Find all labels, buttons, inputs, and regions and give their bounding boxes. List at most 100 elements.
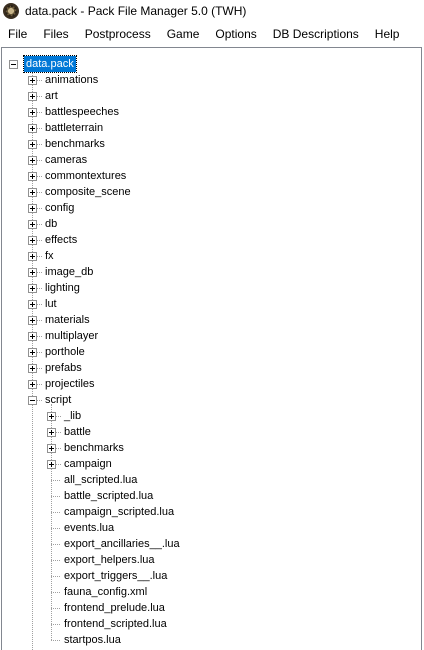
expand-icon[interactable] <box>28 140 37 149</box>
tree-connector <box>56 416 61 417</box>
expand-icon[interactable] <box>28 300 37 309</box>
menu-game[interactable]: Game <box>159 23 208 45</box>
expand-icon[interactable] <box>28 92 37 101</box>
tree-connector <box>37 176 42 177</box>
tree-connector <box>51 560 60 561</box>
tree-folder-item[interactable]: composite_scene <box>2 184 421 200</box>
tree-folder-item[interactable]: fx <box>2 248 421 264</box>
tree-node-label: animations <box>45 74 99 86</box>
menu-file[interactable]: File <box>0 23 35 45</box>
title-bar: data.pack - Pack File Manager 5.0 (TWH) <box>0 0 424 22</box>
tree-file-item[interactable]: export_helpers.lua <box>2 552 421 568</box>
tree-folder-item[interactable]: prefabs <box>2 360 421 376</box>
tree-connector <box>56 448 61 449</box>
expand-icon[interactable] <box>28 364 37 373</box>
collapse-icon[interactable] <box>9 60 18 69</box>
expand-icon[interactable] <box>28 380 37 389</box>
tree-connector <box>37 400 42 401</box>
tree-folder-item[interactable]: image_db <box>2 264 421 280</box>
tree-file-item[interactable]: startpos.lua <box>2 632 421 648</box>
tree-file-item[interactable]: fauna_config.xml <box>2 584 421 600</box>
tree-node-label: benchmarks <box>45 138 105 150</box>
tree-connector <box>37 112 42 113</box>
tree-node-label: lighting <box>45 282 80 294</box>
pack-file-tree[interactable]: data.pack animations art battlespeeches batt… <box>1 47 422 650</box>
expand-icon[interactable] <box>28 76 37 85</box>
tree-file-item[interactable]: campaign_scripted.lua <box>2 504 421 520</box>
expand-icon[interactable] <box>28 252 37 261</box>
tree-folder-item[interactable]: cameras <box>2 152 421 168</box>
tree-connector <box>51 640 60 641</box>
expand-icon[interactable] <box>28 236 37 245</box>
expand-icon[interactable] <box>47 428 56 437</box>
menu-postprocess[interactable]: Postprocess <box>77 23 159 45</box>
tree-node-label: export_helpers.lua <box>64 554 155 566</box>
tree-node-label: _lib <box>64 410 82 422</box>
tree-folder-item[interactable]: battleterrain <box>2 120 421 136</box>
tree-node-label: effects <box>45 234 78 246</box>
expand-icon[interactable] <box>28 156 37 165</box>
menu-files[interactable]: Files <box>35 23 76 45</box>
tree-file-item[interactable]: export_ancillaries__.lua <box>2 536 421 552</box>
tree-folder-item[interactable]: battle <box>2 424 421 440</box>
tree-folder-item[interactable]: benchmarks <box>2 440 421 456</box>
expand-icon[interactable] <box>28 316 37 325</box>
expand-icon[interactable] <box>28 348 37 357</box>
tree-node-label: prefabs <box>45 362 82 374</box>
tree-connector <box>37 384 42 385</box>
tree-folder-item[interactable]: db <box>2 216 421 232</box>
collapse-icon[interactable] <box>28 396 37 405</box>
tree-file-item[interactable]: frontend_prelude.lua <box>2 600 421 616</box>
expand-icon[interactable] <box>28 284 37 293</box>
tree-folder-item[interactable]: lighting <box>2 280 421 296</box>
tree-folder-item[interactable]: _lib <box>2 408 421 424</box>
menu-db-descriptions[interactable]: DB Descriptions <box>265 23 367 45</box>
tree-node-label: frontend_scripted.lua <box>64 618 167 630</box>
expand-icon[interactable] <box>47 444 56 453</box>
menu-bar: File Files Postprocess Game Options DB D… <box>0 23 424 45</box>
tree-folder-item[interactable]: multiplayer <box>2 328 421 344</box>
tree-folder-item[interactable]: materials <box>2 312 421 328</box>
tree-node-label: cameras <box>45 154 88 166</box>
window-title: data.pack - Pack File Manager 5.0 (TWH) <box>25 4 247 18</box>
expand-icon[interactable] <box>28 108 37 117</box>
tree-folder-item[interactable]: campaign <box>2 456 421 472</box>
expand-icon[interactable] <box>28 220 37 229</box>
tree-node-label: projectiles <box>45 378 95 390</box>
tree-folder-item[interactable]: effects <box>2 232 421 248</box>
tree-folder-item[interactable]: porthole <box>2 344 421 360</box>
tree-file-item[interactable]: battle_scripted.lua <box>2 488 421 504</box>
expand-icon[interactable] <box>28 204 37 213</box>
menu-help[interactable]: Help <box>367 23 408 45</box>
tree-folder-item[interactable]: battlespeeches <box>2 104 421 120</box>
tree-root-item[interactable]: data.pack <box>2 55 421 73</box>
tree-file-item[interactable]: events.lua <box>2 520 421 536</box>
tree-connector <box>37 368 42 369</box>
tree-folder-item[interactable]: lut <box>2 296 421 312</box>
tree-folder-item[interactable]: projectiles <box>2 376 421 392</box>
tree-node-label: commontextures <box>45 170 127 182</box>
tree-folder-item[interactable]: script <box>2 392 421 408</box>
tree-folder-item[interactable]: animations <box>2 72 421 88</box>
tree-file-item[interactable]: frontend_scripted.lua <box>2 616 421 632</box>
expand-icon[interactable] <box>28 332 37 341</box>
app-icon[interactable] <box>3 3 19 19</box>
tree-file-item[interactable]: export_triggers__.lua <box>2 568 421 584</box>
expand-icon[interactable] <box>28 172 37 181</box>
tree-folder-item[interactable]: benchmarks <box>2 136 421 152</box>
expand-icon[interactable] <box>28 124 37 133</box>
tree-folder-item[interactable]: art <box>2 88 421 104</box>
expand-icon[interactable] <box>47 412 56 421</box>
expand-icon[interactable] <box>28 268 37 277</box>
tree-file-item[interactable]: all_scripted.lua <box>2 472 421 488</box>
tree-connector <box>37 208 42 209</box>
expand-icon[interactable] <box>47 460 56 469</box>
menu-options[interactable]: Options <box>207 23 264 45</box>
tree-folder-item[interactable]: commontextures <box>2 168 421 184</box>
tree-connector <box>56 432 61 433</box>
tree-node-label: all_scripted.lua <box>64 474 138 486</box>
tree-connector <box>51 592 60 593</box>
expand-icon[interactable] <box>28 188 37 197</box>
tree-connector <box>37 144 42 145</box>
tree-folder-item[interactable]: config <box>2 200 421 216</box>
